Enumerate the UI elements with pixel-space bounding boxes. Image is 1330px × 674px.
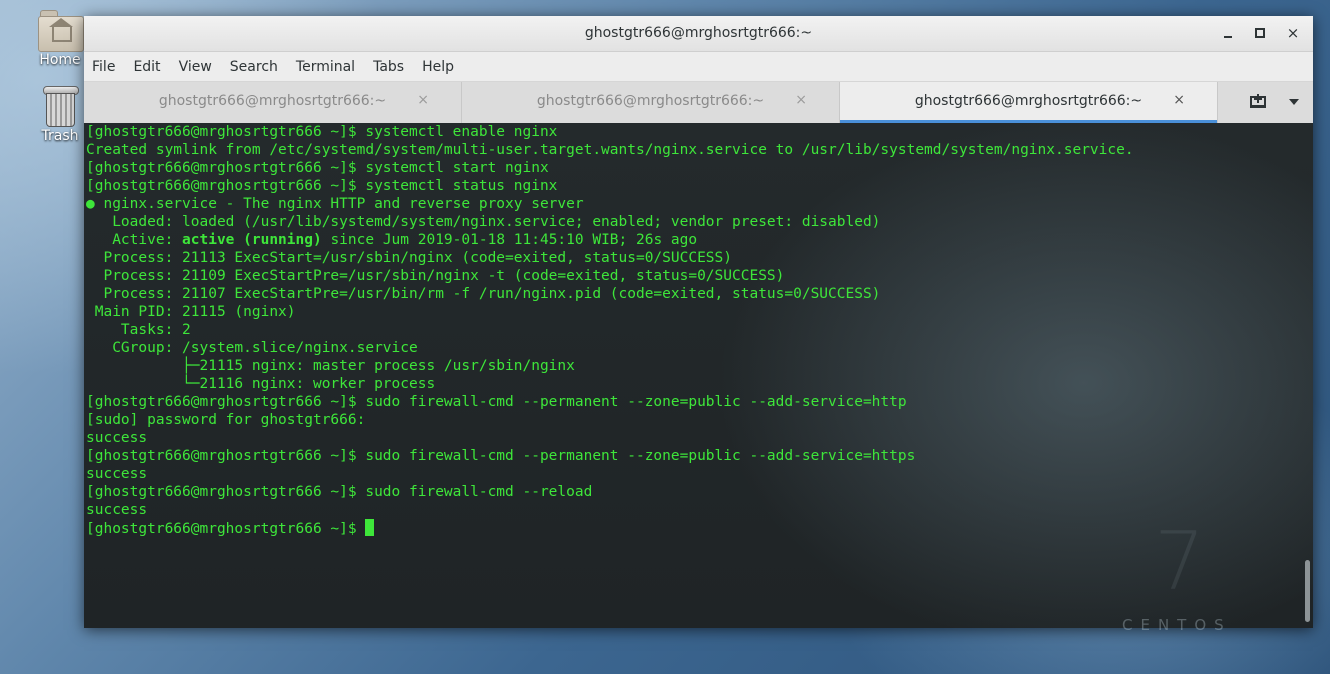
tab-label: ghostgtr666@mrghosrtgtr666:~ [914, 93, 1143, 109]
terminal-line: success [86, 430, 148, 446]
terminal-prompt-line[interactable]: [ghostgtr666@mrghosrtgtr666 ~]$ [86, 519, 1134, 537]
tab-3-active[interactable]: ghostgtr666@mrghosrtgtr666:~ × [840, 82, 1218, 123]
menu-bar: File Edit View Search Terminal Tabs Help [84, 52, 1313, 82]
terminal-line-segment: since Jum 2019-01-18 11:45:10 WIB; 26s a… [321, 232, 698, 248]
tab-close-icon[interactable]: × [795, 92, 807, 108]
menu-view[interactable]: View [175, 59, 216, 75]
terminal-line: [ghostgtr666@mrghosrtgtr666 ~]$ systemct… [86, 178, 558, 194]
terminal-prompt: [ghostgtr666@mrghosrtgtr666 ~]$ [86, 521, 366, 537]
terminal-line: [ghostgtr666@mrghosrtgtr666 ~]$ systemct… [86, 124, 558, 140]
terminal-line: Tasks: 2 [86, 322, 191, 338]
scrollbar-thumb[interactable] [1305, 560, 1310, 622]
menu-search[interactable]: Search [226, 59, 282, 75]
tab-label: ghostgtr666@mrghosrtgtr666:~ [158, 93, 387, 109]
terminal-line: success [86, 502, 148, 518]
status-active-running: active (running) [182, 232, 322, 248]
terminal-output: [ghostgtr666@mrghosrtgtr666 ~]$ systemct… [86, 123, 1134, 537]
new-tab-icon [1250, 94, 1266, 108]
trash-icon [43, 86, 79, 127]
window-title: ghostgtr666@mrghosrtgtr666:~ [584, 25, 813, 41]
tab-label: ghostgtr666@mrghosrtgtr666:~ [536, 93, 765, 109]
text-cursor [365, 519, 375, 536]
terminal-line: [ghostgtr666@mrghosrtgtr666 ~]$ sudo fir… [86, 448, 916, 464]
scrollbar[interactable] [1303, 123, 1310, 628]
minimize-icon [1224, 36, 1232, 38]
centos-version-watermark: 7 [1154, 515, 1205, 608]
terminal-line: Main PID: 21115 (nginx) [86, 304, 296, 320]
minimize-button[interactable] [1219, 24, 1237, 42]
title-bar[interactable]: ghostgtr666@mrghosrtgtr666:~ × [84, 16, 1313, 52]
terminal-line: [sudo] password for ghostgtr666: [86, 412, 366, 428]
tab-2[interactable]: ghostgtr666@mrghosrtgtr666:~ × [462, 82, 840, 123]
menu-edit[interactable]: Edit [129, 59, 164, 75]
terminal-line: Process: 21107 ExecStartPre=/usr/bin/rm … [86, 286, 881, 302]
terminal-line: ● nginx.service - The nginx HTTP and rev… [86, 196, 584, 212]
new-tab-button[interactable] [1249, 93, 1267, 111]
tab-bar: ghostgtr666@mrghosrtgtr666:~ × ghostgtr6… [84, 82, 1313, 124]
tab-menu-chevron-down-icon[interactable] [1289, 99, 1299, 105]
maximize-icon [1255, 28, 1265, 38]
terminal-line: [ghostgtr666@mrghosrtgtr666 ~]$ systemct… [86, 160, 549, 176]
terminal-line: [ghostgtr666@mrghosrtgtr666 ~]$ sudo fir… [86, 484, 593, 500]
close-button[interactable]: × [1284, 24, 1302, 42]
terminal-line: ├─21115 nginx: master process /usr/sbin/… [86, 358, 575, 374]
terminal-line: CGroup: /system.slice/nginx.service [86, 340, 418, 356]
terminal-line: Created symlink from /etc/systemd/system… [86, 142, 1134, 158]
menu-tabs[interactable]: Tabs [369, 59, 408, 75]
tab-close-icon[interactable]: × [1173, 92, 1185, 108]
terminal-line: success [86, 466, 148, 482]
tab-1[interactable]: ghostgtr666@mrghosrtgtr666:~ × [84, 82, 462, 123]
terminal-line: Loaded: loaded (/usr/lib/systemd/system/… [86, 214, 881, 230]
menu-help[interactable]: Help [418, 59, 458, 75]
terminal-line: Process: 21113 ExecStart=/usr/sbin/nginx… [86, 250, 733, 266]
home-folder-icon [38, 10, 84, 52]
menu-terminal[interactable]: Terminal [292, 59, 359, 75]
maximize-button[interactable] [1251, 24, 1269, 42]
centos-brand-watermark: CENTOS [1122, 616, 1232, 634]
terminal-line-segment: Active: [86, 232, 183, 248]
terminal-line: [ghostgtr666@mrghosrtgtr666 ~]$ sudo fir… [86, 394, 907, 410]
menu-file[interactable]: File [88, 59, 119, 75]
tab-close-icon[interactable]: × [417, 92, 429, 108]
terminal-window: ghostgtr666@mrghosrtgtr666:~ × File Edit… [84, 16, 1313, 628]
terminal-area[interactable]: 7 [ghostgtr666@mrghosrtgtr666 ~]$ system… [84, 123, 1313, 628]
terminal-line: Process: 21109 ExecStartPre=/usr/sbin/ng… [86, 268, 785, 284]
terminal-line: └─21116 nginx: worker process [86, 376, 436, 392]
terminal-line: Active: active (running) since Jum 2019-… [86, 231, 1134, 249]
